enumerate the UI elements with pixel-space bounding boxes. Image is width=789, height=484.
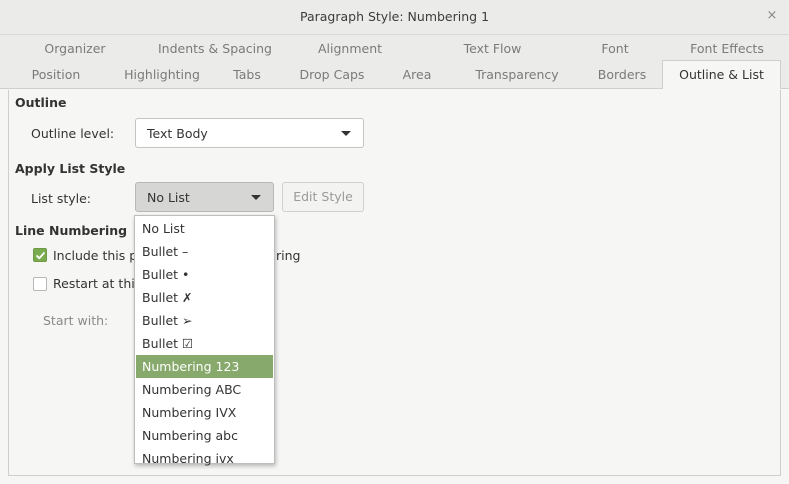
dropdown-item-bullet-dash[interactable]: Bullet – [136,240,273,263]
dropdown-item-numbering-ivx-upper[interactable]: Numbering IVX [136,401,273,424]
window-title: Paragraph Style: Numbering 1 [299,9,490,24]
list-style-value: No List [147,190,190,205]
tab-font-effects[interactable]: Font Effects [665,35,789,61]
outline-level-select[interactable]: Text Body [135,118,364,148]
tab-transparency[interactable]: Transparency [452,61,582,88]
restart-numbering-checkbox[interactable] [33,277,47,291]
tab-font[interactable]: Font [565,35,665,61]
start-with-label: Start with: [43,313,109,328]
list-style-dropdown: No List Bullet – Bullet • Bullet ✗ Bulle… [134,215,275,466]
include-line-numbering-label[interactable]: Include this p [53,248,137,263]
dropdown-item-bullet-check[interactable]: Bullet ☑ [136,332,273,355]
list-style-select[interactable]: No List [135,182,274,212]
tab-outline-list[interactable]: Outline & List [662,60,781,89]
title-bar: Paragraph Style: Numbering 1 × [0,0,789,35]
dropdown-item-numbering-abc-lower[interactable]: Numbering abc [136,424,273,447]
dropdown-item-bullet-arrow[interactable]: Bullet ➢ [136,309,273,332]
tab-row-1: Organizer Indents & Spacing Alignment Te… [0,35,789,61]
tab-tabs[interactable]: Tabs [212,61,282,88]
dropdown-item-numbering-ivx-lower[interactable]: Numbering ivx [136,447,273,470]
tab-row-2: Position Highlighting Tabs Drop Caps Are… [0,60,789,89]
tab-position[interactable]: Position [0,61,112,88]
tab-area[interactable]: Area [382,61,452,88]
edit-style-button[interactable]: Edit Style [282,182,364,212]
dropdown-item-numbering-abc-upper[interactable]: Numbering ABC [136,378,273,401]
tab-alignment[interactable]: Alignment [280,35,420,61]
dropdown-item-numbering-123[interactable]: Numbering 123 [136,355,273,378]
tab-text-flow[interactable]: Text Flow [420,35,565,61]
outline-level-value: Text Body [147,126,208,141]
dropdown-item-bullet-x[interactable]: Bullet ✗ [136,286,273,309]
chevron-down-icon [251,195,261,200]
restart-numbering-label[interactable]: Restart at this [53,276,141,291]
dropdown-item-no-list[interactable]: No List [136,217,273,240]
close-icon[interactable]: × [763,7,781,25]
dropdown-item-bullet-dot[interactable]: Bullet • [136,263,273,286]
tab-borders[interactable]: Borders [582,61,662,88]
outline-heading: Outline [15,95,67,110]
include-line-numbering-label-tail: ring [276,248,301,263]
apply-list-style-heading: Apply List Style [15,161,126,176]
outline-level-label: Outline level: [31,126,115,141]
tab-organizer[interactable]: Organizer [0,35,150,61]
list-style-label: List style: [31,191,92,206]
check-icon [35,251,46,260]
line-numbering-heading: Line Numbering [15,223,128,238]
include-line-numbering-checkbox[interactable] [33,248,47,262]
tab-drop-caps[interactable]: Drop Caps [282,61,382,88]
chevron-down-icon [341,131,351,136]
tab-highlighting[interactable]: Highlighting [112,61,212,88]
tab-indents-spacing[interactable]: Indents & Spacing [150,35,280,61]
